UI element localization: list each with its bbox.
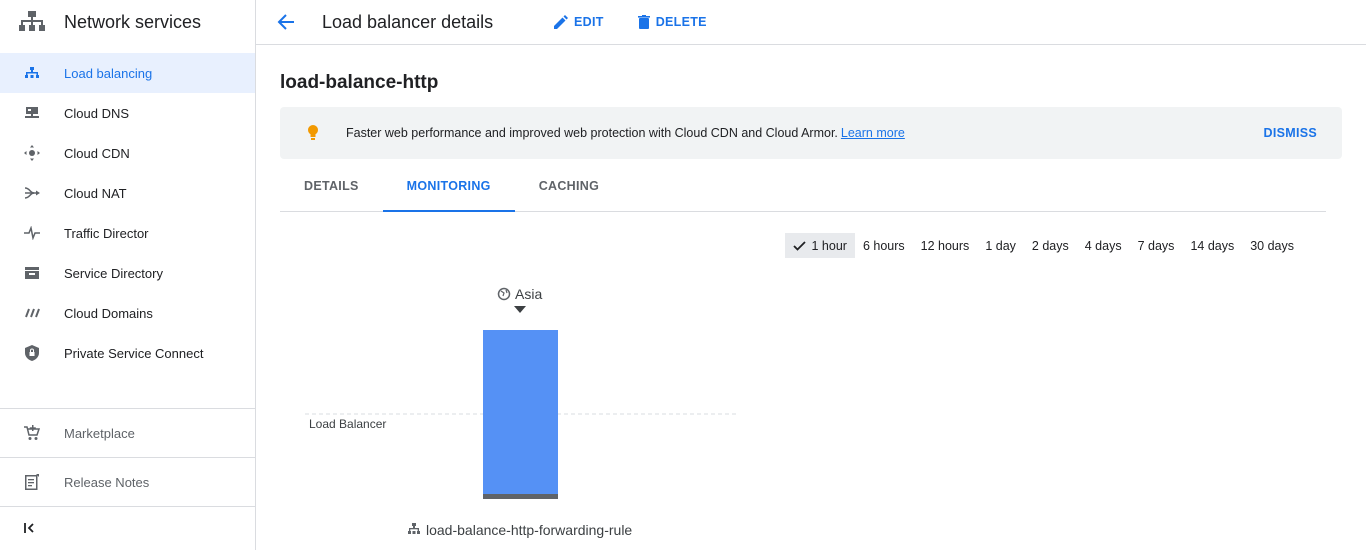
sidebar-item-label: Load balancing (64, 65, 153, 81)
network-services-icon (0, 11, 64, 33)
cart-icon (0, 425, 64, 441)
forwarding-rule-label: load-balance-http-forwarding-rule (426, 522, 632, 538)
lightbulb-icon (280, 125, 346, 141)
page-title: Load balancer details (322, 11, 494, 32)
cloud-cdn-icon (0, 145, 64, 161)
range-30-days[interactable]: 30 days (1242, 233, 1302, 258)
collapse-icon (24, 520, 36, 538)
topology-diagram: Asia Load Balancer load-balance-http-for… (305, 286, 738, 538)
delete-label: DELETE (655, 15, 707, 29)
tab-bar: DETAILS MONITORING CACHING (280, 178, 1326, 212)
promo-banner: Faster web performance and improved web … (280, 107, 1342, 159)
sidebar-item-traffic-director[interactable]: Traffic Director (0, 213, 255, 253)
sidebar-item-label: Service Directory (64, 265, 163, 281)
range-7-days[interactable]: 7 days (1130, 233, 1183, 258)
time-range-selector: 1 hour 6 hours 12 hours 1 day 2 days 4 d… (784, 233, 1303, 258)
collapse-sidebar-button[interactable] (0, 506, 255, 550)
region-bar[interactable] (483, 330, 558, 499)
sidebar-item-label: Cloud NAT (64, 185, 127, 201)
range-label: 1 hour (811, 238, 847, 253)
edit-button[interactable]: EDIT (554, 15, 604, 29)
range-12-hours[interactable]: 12 hours (913, 233, 978, 258)
range-6-hours[interactable]: 6 hours (855, 233, 913, 258)
sidebar-item-label: Cloud Domains (64, 305, 153, 321)
sidebar: Network services Load balancing Cloud DN… (0, 0, 256, 550)
expand-caret-icon[interactable] (514, 306, 526, 313)
sidebar-header: Network services (0, 0, 255, 44)
tab-monitoring[interactable]: MONITORING (382, 178, 515, 212)
cloud-dns-icon (0, 107, 64, 119)
banner-message-text: Faster web performance and improved web … (346, 126, 905, 140)
sidebar-item-label: Release Notes (64, 474, 150, 490)
sidebar-item-cloud-cdn[interactable]: Cloud CDN (0, 133, 255, 173)
shield-lock-icon (0, 345, 64, 361)
pencil-icon (554, 15, 568, 29)
range-2-days[interactable]: 2 days (1024, 233, 1077, 258)
dismiss-button[interactable]: DISMISS (1264, 126, 1318, 140)
load-balancer-row-label: Load Balancer (309, 417, 386, 431)
back-arrow-icon[interactable] (258, 14, 314, 30)
notes-icon (0, 474, 64, 490)
sidebar-item-private-service-connect[interactable]: Private Service Connect (0, 333, 255, 373)
tab-caching[interactable]: CACHING (515, 178, 623, 212)
edit-label: EDIT (574, 15, 604, 29)
learn-more-link[interactable]: Learn more (841, 126, 905, 140)
delete-button[interactable]: DELETE (637, 15, 707, 29)
trash-icon (637, 15, 650, 29)
service-directory-icon (0, 267, 64, 279)
sidebar-item-release-notes[interactable]: Release Notes (0, 457, 255, 506)
range-4-days[interactable]: 4 days (1077, 233, 1130, 258)
forwarding-rule-icon (408, 523, 420, 534)
load-balancing-icon (0, 67, 64, 79)
globe-icon (497, 287, 511, 301)
sidebar-item-load-balancing[interactable]: Load balancing (0, 53, 255, 93)
banner-message: Faster web performance and improved web … (346, 126, 838, 140)
cloud-domains-icon (0, 307, 64, 319)
region-bar-base (483, 494, 558, 499)
range-1-day[interactable]: 1 day (977, 233, 1024, 258)
check-icon (792, 240, 806, 251)
sidebar-item-label: Traffic Director (64, 225, 149, 241)
range-1-hour[interactable]: 1 hour (784, 233, 855, 258)
sidebar-item-label: Cloud DNS (64, 105, 130, 121)
cloud-nat-icon (0, 186, 64, 200)
sidebar-title: Network services (64, 11, 202, 32)
toolbar: Load balancer details EDIT DELETE (256, 0, 1366, 45)
range-14-days[interactable]: 14 days (1182, 233, 1242, 258)
traffic-director-icon (0, 226, 64, 240)
load-balancer-name: load-balance-http (280, 72, 439, 93)
sidebar-item-marketplace[interactable]: Marketplace (0, 408, 255, 457)
sidebar-item-label: Marketplace (64, 425, 135, 441)
sidebar-item-label: Cloud CDN (64, 145, 130, 161)
main-content: Load balancer details EDIT DELETE load-b… (256, 0, 1366, 550)
sidebar-item-cloud-domains[interactable]: Cloud Domains (0, 293, 255, 333)
sidebar-item-cloud-nat[interactable]: Cloud NAT (0, 173, 255, 213)
tab-details[interactable]: DETAILS (280, 178, 383, 212)
sidebar-item-cloud-dns[interactable]: Cloud DNS (0, 93, 255, 133)
sidebar-item-service-directory[interactable]: Service Directory (0, 253, 255, 293)
sidebar-item-label: Private Service Connect (64, 345, 204, 361)
region-label: Asia (515, 286, 542, 302)
